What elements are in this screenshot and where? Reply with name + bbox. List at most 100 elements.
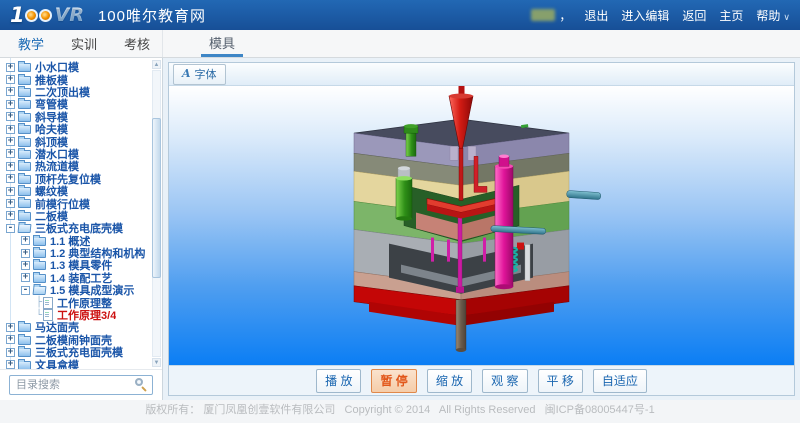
folder-icon bbox=[18, 63, 31, 72]
tree-item[interactable]: +斜导模 bbox=[6, 111, 151, 123]
folder-icon bbox=[18, 348, 31, 357]
tree-scrollbar[interactable]: ▲ ▼ bbox=[152, 60, 161, 367]
folder-icon bbox=[18, 199, 31, 208]
folder-icon bbox=[18, 187, 31, 196]
search-row bbox=[0, 369, 162, 400]
expand-toggle-icon[interactable]: + bbox=[6, 174, 15, 183]
tab-assessment[interactable]: 考核 bbox=[124, 34, 150, 53]
expand-toggle-icon[interactable]: + bbox=[6, 335, 15, 344]
viewer-panel: A 字体 bbox=[168, 62, 795, 396]
header-links: ， 退出进入编辑返回主页帮助∨ bbox=[531, 7, 790, 24]
expand-toggle-icon[interactable]: + bbox=[6, 100, 15, 109]
folder-icon bbox=[18, 76, 31, 85]
folder-icon bbox=[18, 175, 31, 184]
expand-toggle-icon[interactable]: + bbox=[6, 323, 15, 332]
play-button[interactable]: 播 放 bbox=[316, 369, 361, 393]
logout-link[interactable]: 退出 bbox=[584, 7, 608, 24]
enter-edit-link[interactable]: 进入编辑 bbox=[621, 7, 669, 24]
username-separator: ， bbox=[559, 7, 571, 24]
home-link[interactable]: 主页 bbox=[719, 7, 743, 24]
folder-icon bbox=[33, 286, 47, 295]
tree-item-label: 文具盒模 bbox=[35, 357, 79, 369]
viewer-toolbar-top: A 字体 bbox=[169, 63, 794, 86]
expand-toggle-icon[interactable]: + bbox=[6, 199, 15, 208]
folder-icon bbox=[33, 249, 46, 258]
zoom-button[interactable]: 缩 放 bbox=[427, 369, 472, 393]
playback-toolbar: 播 放暂 停缩 放观 察平 移自适应 bbox=[169, 365, 794, 395]
tree-item[interactable]: +弯管模 bbox=[6, 98, 151, 110]
expand-toggle-icon[interactable]: + bbox=[6, 137, 15, 146]
folder-icon bbox=[18, 162, 31, 171]
back-link[interactable]: 返回 bbox=[682, 7, 706, 24]
tab-training[interactable]: 实训 bbox=[71, 34, 97, 53]
tree-item[interactable]: +二次顶出模 bbox=[6, 86, 151, 98]
folder-icon bbox=[18, 138, 31, 147]
expand-toggle-icon[interactable]: + bbox=[6, 63, 15, 72]
tree-item[interactable]: +小水口模 bbox=[6, 61, 151, 73]
mold-3d-model[interactable] bbox=[169, 86, 794, 365]
logo-digit: 1 bbox=[10, 3, 24, 27]
expand-toggle-icon[interactable]: + bbox=[6, 87, 15, 96]
logo-100vr: 1 VR bbox=[10, 3, 84, 27]
folder-icon bbox=[18, 100, 31, 109]
nav-tabs-left: 教学 实训 考核 bbox=[0, 30, 163, 57]
help-link[interactable]: 帮助∨ bbox=[756, 7, 790, 24]
logo-vr-text: VR bbox=[55, 4, 84, 26]
auto-fit-button[interactable]: 自适应 bbox=[593, 369, 647, 393]
mold-3d-graphic bbox=[169, 86, 794, 365]
app-window: 1 VR 100唯尔教育网 ， 退出进入编辑返回主页帮助∨ 教学实训考核 模具 … bbox=[0, 0, 800, 423]
scroll-down-icon[interactable]: ▼ bbox=[152, 358, 161, 367]
document-icon bbox=[43, 297, 53, 309]
pan-button[interactable]: 平 移 bbox=[538, 369, 583, 393]
folder-icon bbox=[18, 125, 31, 134]
expand-toggle-icon[interactable]: + bbox=[6, 162, 15, 171]
expand-toggle-icon[interactable]: + bbox=[6, 211, 15, 220]
search-icon[interactable] bbox=[135, 378, 148, 391]
expand-toggle-icon[interactable]: + bbox=[6, 75, 15, 84]
expand-toggle-icon[interactable]: + bbox=[21, 249, 30, 258]
tab-mold[interactable]: 模具 bbox=[201, 30, 243, 57]
folder-icon bbox=[18, 336, 31, 345]
scroll-up-icon[interactable]: ▲ bbox=[152, 60, 161, 69]
sidebar: +小水口模+推板模+二次顶出模+弯管模+斜导模+哈夫模+斜顶模+潜水口模+热流道… bbox=[0, 58, 163, 400]
username-redacted bbox=[531, 9, 555, 21]
folder-icon bbox=[18, 150, 31, 159]
folder-icon bbox=[33, 237, 46, 246]
course-tree: +小水口模+推板模+二次顶出模+弯管模+斜导模+哈夫模+斜顶模+潜水口模+热流道… bbox=[0, 58, 151, 369]
folder-icon bbox=[33, 261, 46, 270]
nav-tabs-right: 模具 bbox=[163, 30, 243, 57]
expand-toggle-icon[interactable]: + bbox=[21, 261, 30, 270]
expand-toggle-icon[interactable]: - bbox=[21, 286, 30, 295]
expand-toggle-icon[interactable]: + bbox=[6, 149, 15, 158]
expand-toggle-icon[interactable]: + bbox=[6, 112, 15, 121]
folder-icon bbox=[18, 212, 31, 221]
folder-icon bbox=[18, 224, 32, 233]
tree-item[interactable]: +哈夫模 bbox=[6, 123, 151, 135]
search-box bbox=[9, 375, 153, 395]
folder-icon bbox=[18, 361, 31, 369]
observe-button[interactable]: 观 察 bbox=[482, 369, 527, 393]
folder-icon bbox=[33, 274, 46, 283]
logo-eye-icon bbox=[25, 9, 38, 22]
search-input[interactable] bbox=[9, 375, 153, 395]
expand-toggle-icon[interactable]: + bbox=[6, 348, 15, 357]
tree-item[interactable]: +前模行位模 bbox=[6, 197, 151, 209]
tree-item[interactable]: +顶杆先复位模 bbox=[6, 173, 151, 185]
expand-toggle-icon[interactable]: + bbox=[6, 360, 15, 369]
folder-icon bbox=[18, 88, 31, 97]
expand-toggle-icon[interactable]: + bbox=[21, 236, 30, 245]
logo-eye-icon bbox=[39, 9, 52, 22]
tab-teaching[interactable]: 教学 bbox=[18, 34, 44, 53]
expand-toggle-icon[interactable]: + bbox=[6, 125, 15, 134]
tree-item[interactable]: + 文具盒模 bbox=[6, 358, 151, 369]
help-caret-icon: ∨ bbox=[783, 12, 790, 22]
tree-connector: ├ bbox=[36, 297, 42, 308]
header: 1 VR 100唯尔教育网 ， 退出进入编辑返回主页帮助∨ bbox=[0, 0, 800, 30]
expand-toggle-icon[interactable]: - bbox=[6, 224, 15, 233]
expand-toggle-icon[interactable]: + bbox=[21, 273, 30, 282]
scrollbar-thumb[interactable] bbox=[152, 118, 161, 278]
expand-toggle-icon[interactable]: + bbox=[6, 187, 15, 196]
pause-button[interactable]: 暂 停 bbox=[371, 369, 416, 393]
tab-bar: 教学 实训 考核 模具 bbox=[0, 30, 800, 58]
font-button[interactable]: A 字体 bbox=[173, 64, 226, 85]
